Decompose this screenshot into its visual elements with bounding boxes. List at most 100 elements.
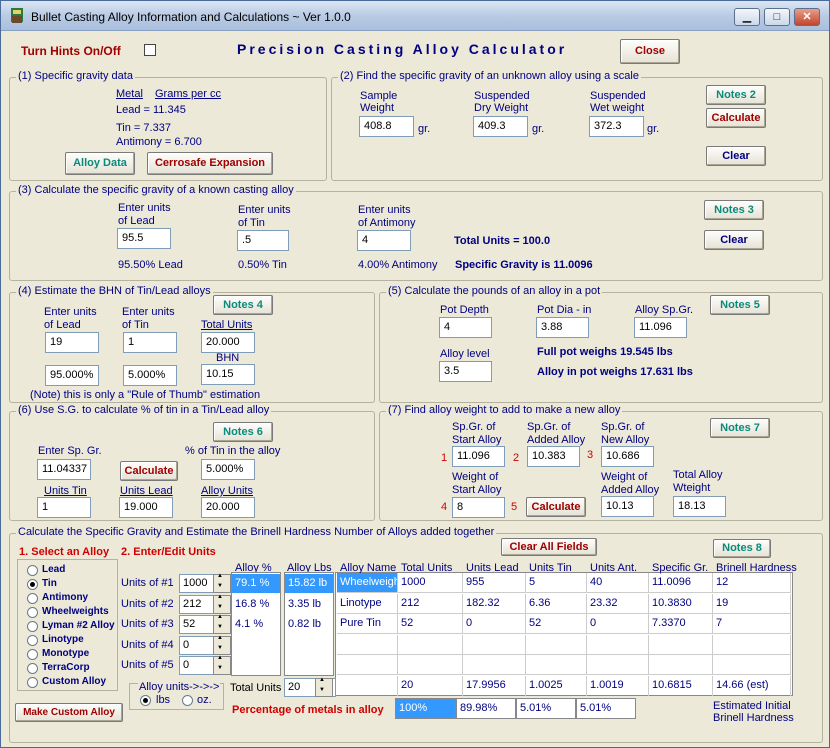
table-cell[interactable] [398,655,463,675]
table-cell[interactable]: 6.36 [526,593,587,614]
total-units-spinner[interactable] [315,677,333,697]
s5-depth-input[interactable]: 4 [439,317,492,338]
alloy-radio-terracorp[interactable] [27,663,38,674]
lbs-radio[interactable] [140,695,151,706]
sample-weight-input[interactable]: 408.8 [359,116,414,137]
notes-2-button[interactable]: Notes 2 [706,85,766,105]
clear-all-button[interactable]: Clear All Fields [501,538,597,556]
s3-pct-tin: 0.50% Tin [238,259,287,271]
make-custom-alloy-button[interactable]: Make Custom Alloy [15,703,123,722]
notes-8-button[interactable]: Notes 8 [713,539,771,558]
table-cell[interactable] [398,634,463,655]
s7-num-5: 5 [511,501,518,513]
alloy-radio-lead[interactable] [27,565,38,576]
pct-metal-3: 5.01% [516,698,576,719]
notes-5-button[interactable]: Notes 5 [710,295,770,315]
table-cell[interactable]: 955 [463,573,526,593]
s7-added-input[interactable]: 10.383 [527,446,580,467]
s7-start-label-1: Sp.Gr. of [452,421,496,433]
minimize-button[interactable]: ▁ [734,8,760,26]
hints-checkbox[interactable] [144,44,156,56]
s3-lead-input[interactable]: 95.5 [117,228,171,249]
table-cell[interactable]: 40 [587,573,649,593]
table-cell[interactable]: 52 [526,614,587,634]
s7-new-input[interactable]: 10.686 [601,446,654,467]
sample-label-1: Sample [360,90,398,102]
table-cell[interactable]: 23.32 [587,593,649,614]
alloy-radio-antimony[interactable] [27,593,38,604]
table-cell[interactable]: 212 [398,593,463,614]
units-spinner-4[interactable] [213,635,231,655]
table-cell[interactable]: Pure Tin [337,614,398,634]
s7-wstart-input[interactable]: 8 [452,497,505,518]
calculate-7-button[interactable]: Calculate [526,497,586,517]
table-cell[interactable]: Linotype [337,593,398,614]
alloy-radio-wheelweights[interactable] [27,607,38,618]
dry-weight-input[interactable]: 409.3 [473,116,528,137]
table-cell[interactable]: 12 [713,573,791,593]
s7-wstart-label-1: Weight of [452,471,499,483]
table-cell[interactable]: 7.3370 [649,614,713,634]
table-cell[interactable] [587,655,649,675]
table-cell[interactable] [587,634,649,655]
table-cell[interactable] [649,634,713,655]
cerrosafe-button[interactable]: Cerrosafe Expansion [147,152,273,175]
alloy-radio-tin[interactable] [27,579,38,590]
units-spinner-3[interactable] [213,614,231,634]
maximize-button[interactable]: □ [764,8,790,26]
table-cell[interactable] [713,655,791,675]
table-cell[interactable]: 0 [587,614,649,634]
table-cell[interactable]: 0 [463,614,526,634]
table-cell[interactable] [463,655,526,675]
table-cell[interactable]: 1000 [398,573,463,593]
notes-3-button[interactable]: Notes 3 [704,200,764,220]
s6-sg-input[interactable]: 11.04337 [37,459,91,480]
select-alloy-label: 1. Select an Alloy [19,546,110,558]
table-cell[interactable]: 5 [526,573,587,593]
units-spinner-1[interactable] [213,573,231,593]
alloy-data-button[interactable]: Alloy Data [65,152,135,175]
alloy-radio-custom-alloy[interactable] [27,677,38,688]
table-cell[interactable]: 11.0096 [649,573,713,593]
alloy-radio-linotype[interactable] [27,635,38,646]
clear-3-button[interactable]: Clear [704,230,764,250]
table-cell[interactable]: 10.3830 [649,593,713,614]
s4-tin-input[interactable]: 1 [123,332,177,353]
calculate-2-button[interactable]: Calculate [706,108,766,128]
s5-dia-input[interactable]: 3.88 [536,317,589,338]
s3-pct-lead: 95.50% Lead [118,259,183,271]
alloy-radio-label: Lead [42,564,66,575]
table-cell[interactable] [526,634,587,655]
table-cell[interactable]: 182.32 [463,593,526,614]
table-cell[interactable] [337,655,398,675]
s7-start-input[interactable]: 11.096 [452,446,505,467]
table-cell[interactable] [337,634,398,655]
notes-7-button[interactable]: Notes 7 [710,418,770,438]
alloy-radio-monotype[interactable] [27,649,38,660]
s3-ant-input[interactable]: 4 [357,230,411,251]
table-cell[interactable] [713,634,791,655]
calculate-6-button[interactable]: Calculate [120,461,178,481]
units-spinner-5[interactable] [213,655,231,675]
table-cell[interactable] [649,655,713,675]
table-cell[interactable] [463,634,526,655]
clear-2-button[interactable]: Clear [706,146,766,166]
close-window-button[interactable]: ✕ [794,8,820,26]
s4-lead-input[interactable]: 19 [45,332,99,353]
s5-sg-input[interactable]: 11.096 [634,317,687,338]
alloy-radio-lyman-2-alloy[interactable] [27,621,38,632]
oz-radio[interactable] [182,695,193,706]
notes-4-button[interactable]: Notes 4 [213,295,273,315]
table-cell[interactable]: 7 [713,614,791,634]
wet-weight-input[interactable]: 372.3 [589,116,644,137]
notes-6-button[interactable]: Notes 6 [213,422,273,442]
table-cell[interactable]: 52 [398,614,463,634]
s3-tin-input[interactable]: .5 [237,230,289,251]
units-spinner-2[interactable] [213,594,231,614]
close-button[interactable]: Close [620,39,680,64]
s4-pct-lead-field: 95.000% [45,365,99,386]
s5-level-input[interactable]: 3.5 [439,361,492,382]
table-cell[interactable] [526,655,587,675]
table-cell-selected[interactable]: Wheelweights [337,573,398,593]
table-cell[interactable]: 19 [713,593,791,614]
